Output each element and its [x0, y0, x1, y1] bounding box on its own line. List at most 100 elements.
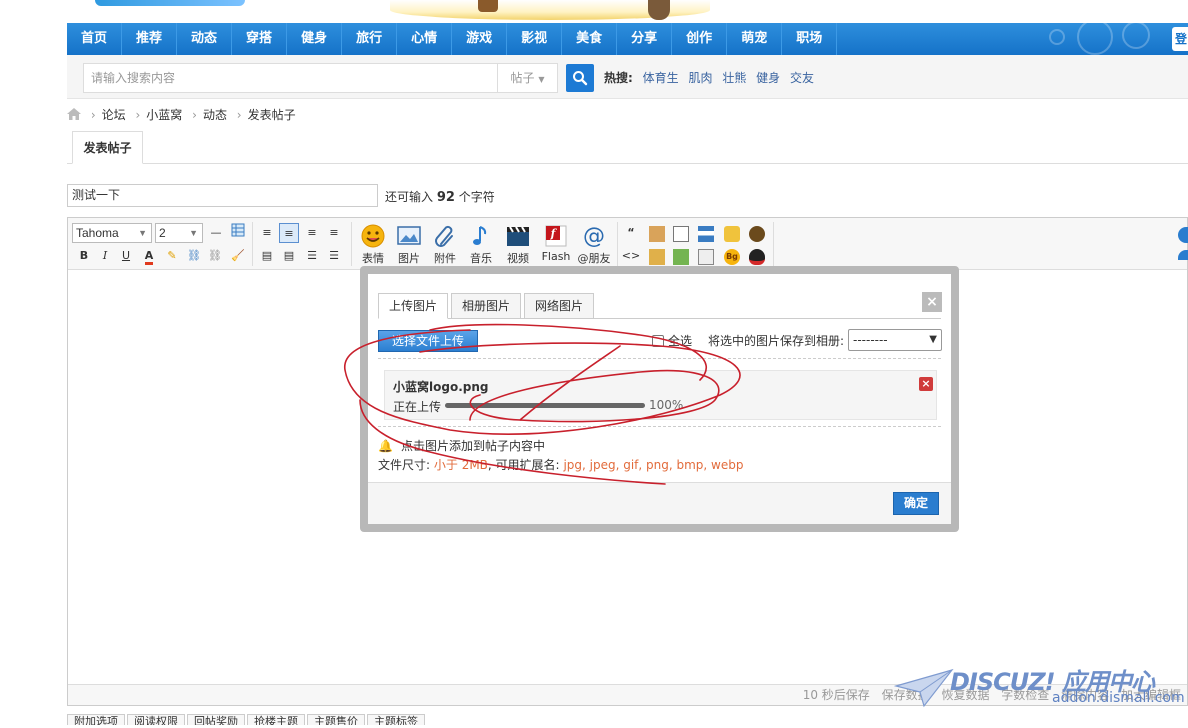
nav-item[interactable]: 穿搭 [232, 23, 288, 55]
tab-thread-tags[interactable]: 主题标签 [367, 714, 425, 725]
tab-floor-thread[interactable]: 抢楼主题 [247, 714, 305, 725]
clear-format-icon[interactable]: 🧹 [228, 246, 248, 266]
hot-term[interactable]: 交友 [790, 71, 814, 85]
ordered-list-icon[interactable]: ☰ [302, 246, 322, 266]
subject-input[interactable]: 测试一下 [67, 184, 378, 207]
tab-read-permission[interactable]: 阅读权限 [127, 714, 185, 725]
search-button[interactable] [566, 64, 594, 92]
unlink-icon[interactable]: ⛓ [205, 246, 225, 266]
select-all-checkbox[interactable]: 全选 [652, 332, 692, 349]
hot-term[interactable]: 肌肉 [688, 71, 712, 85]
close-icon[interactable]: × [922, 292, 942, 312]
nav-item[interactable]: 健身 [287, 23, 343, 55]
qq-icon[interactable] [749, 249, 765, 265]
nav-item[interactable]: 首页 [67, 23, 123, 55]
font-size-select[interactable]: 2 ▼ [155, 223, 203, 243]
image-button[interactable]: 图片 [391, 224, 427, 268]
toolbar-divider [252, 222, 253, 266]
table-icon[interactable] [228, 223, 248, 243]
login-button[interactable]: 登 [1172, 27, 1188, 51]
select-file-upload-button[interactable]: 选择文件上传 [378, 330, 478, 352]
nav-item[interactable]: 职场 [782, 23, 838, 55]
decor-bubble [1077, 19, 1113, 55]
main-nav: 首页 推荐 动态 穿搭 健身 旅行 心情 游戏 影视 美食 分享 创作 萌宠 职场 登 [67, 19, 1188, 55]
quote-icon[interactable]: “ [621, 223, 641, 243]
float-right-icon[interactable]: ▤ [279, 246, 299, 266]
toolbar-divider [617, 222, 618, 266]
dialog-body: 上传图片 相册图片 网络图片 × 选择文件上传 全选 将选中的图片保存到相册: … [368, 274, 951, 524]
search-input[interactable]: 请输入搜索内容 [83, 63, 498, 93]
breadcrumb-item[interactable]: 论坛 [102, 108, 126, 122]
music-button[interactable]: 音乐 [463, 224, 499, 268]
search-type-select[interactable]: 帖子 ▼ [497, 63, 558, 93]
nav-item[interactable]: 游戏 [452, 23, 508, 55]
attachment-button[interactable]: 附件 [427, 224, 463, 268]
align-center-icon[interactable]: ≡ [302, 223, 322, 243]
bold-icon[interactable]: B [74, 246, 94, 266]
flash-button[interactable]: f Flash [538, 224, 574, 268]
tab-divider [378, 318, 941, 319]
paper-plane-icon [894, 668, 954, 708]
breadcrumb-item[interactable]: 小蓝窝 [146, 108, 182, 122]
poke-icon[interactable] [749, 226, 765, 242]
free-content-icon[interactable] [649, 226, 665, 242]
nav-item[interactable]: 萌宠 [727, 23, 783, 55]
align-left-icon[interactable]: ≡ [257, 223, 277, 243]
template-icon[interactable] [698, 249, 714, 265]
horizontal-rule-icon[interactable]: — [206, 223, 226, 243]
align-justify-icon[interactable]: ≡ [279, 223, 299, 243]
password-icon[interactable] [673, 249, 689, 265]
nav-item[interactable]: 创作 [672, 23, 728, 55]
background-icon[interactable]: Bg [724, 249, 740, 265]
text-color-icon[interactable]: A [139, 246, 159, 266]
float-left-icon[interactable]: ▤ [257, 246, 277, 266]
toolbar-divider [773, 222, 774, 266]
tab-web-image[interactable]: 网络图片 [524, 293, 595, 319]
home-icon[interactable] [67, 108, 81, 120]
tab-thread-price[interactable]: 主题售价 [307, 714, 365, 725]
hot-term[interactable]: 健身 [756, 71, 780, 85]
nav-item[interactable]: 旅行 [342, 23, 398, 55]
nav-item[interactable]: 心情 [397, 23, 453, 55]
code-icon[interactable]: <> [621, 246, 641, 266]
mention-button[interactable]: @ @朋友 [575, 224, 613, 268]
background-color-icon[interactable]: ✎ [162, 246, 182, 266]
video-button[interactable]: 视频 [500, 224, 536, 268]
italic-icon[interactable]: I [95, 246, 115, 266]
align-right-icon[interactable]: ≡ [324, 223, 344, 243]
tab-post-thread[interactable]: 发表帖子 [72, 131, 143, 164]
breadcrumb-item[interactable]: 动态 [203, 108, 227, 122]
nav-item[interactable]: 影视 [507, 23, 563, 55]
nav-item[interactable]: 美食 [562, 23, 618, 55]
nav-item[interactable]: 分享 [617, 23, 673, 55]
hide-content-icon[interactable] [649, 249, 665, 265]
site-logo[interactable] [95, 0, 245, 6]
editor-toolbar: Tahoma ▼ 2 ▼ — B I U A ✎ ⛓ ⛓ 🧹 ≡ ≡ ≡ ≡ ▤ ▤… [68, 218, 1188, 270]
tab-reply-reward[interactable]: 回帖奖励 [187, 714, 245, 725]
remove-file-icon[interactable]: × [919, 377, 933, 391]
font-family-select[interactable]: Tahoma ▼ [72, 223, 152, 243]
link-icon[interactable]: ⛓ [184, 246, 204, 266]
unordered-list-icon[interactable]: ☰ [324, 246, 344, 266]
search-type-label: 帖子 [510, 71, 535, 85]
tab-extra-options[interactable]: 附加选项 [67, 714, 125, 725]
site-banner [0, 0, 1188, 22]
size-label: 文件尺寸: [378, 458, 431, 472]
nav-item[interactable]: 动态 [177, 23, 233, 55]
emoji-button[interactable]: 表情 [355, 224, 391, 268]
hot-term[interactable]: 壮熊 [722, 71, 746, 85]
key-icon[interactable] [724, 226, 740, 242]
fullscreen-icon[interactable] [1178, 250, 1188, 260]
tab-album-image[interactable]: 相册图片 [451, 293, 522, 319]
confirm-button[interactable]: 确定 [893, 492, 939, 515]
watermark-domain: addon.dismall.com [1052, 690, 1185, 706]
switch-mode-icon[interactable] [1178, 227, 1188, 243]
underline-icon[interactable]: U [116, 246, 136, 266]
file-name: 小蓝窝logo.png [393, 380, 489, 394]
album-select[interactable]: -------- ▼ [848, 329, 942, 351]
page-break-icon[interactable] [673, 226, 689, 242]
nav-item[interactable]: 推荐 [122, 23, 178, 55]
index-icon[interactable] [698, 226, 714, 242]
hot-term[interactable]: 体育生 [643, 71, 679, 85]
tab-upload-image[interactable]: 上传图片 [378, 293, 449, 319]
